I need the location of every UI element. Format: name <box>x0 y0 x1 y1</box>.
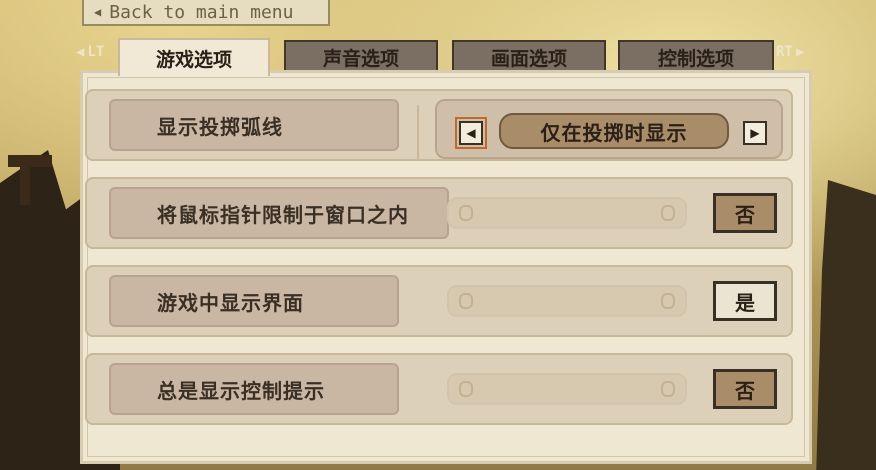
options-panel: 显示投掷弧线 ◀ 仅在投掷时显示 ▶ 将鼠标指针限制于窗口之内 否 游戏中显示界… <box>80 70 812 464</box>
rt-shoulder-hint[interactable]: RT ▶ <box>776 44 804 60</box>
setting-row-show-hud: 游戏中显示界面 是 <box>85 265 793 337</box>
tab-sound-options[interactable]: 声音选项 <box>284 40 438 72</box>
selector-value: 仅在投掷时显示 <box>499 113 729 149</box>
triangle-right-icon: ▶ <box>750 126 760 140</box>
tab-control-options[interactable]: 控制选项 <box>618 40 774 72</box>
triangle-left-icon: ◀ <box>94 5 102 19</box>
ornament-cap <box>459 381 473 397</box>
ornament-cap <box>661 293 675 309</box>
throw-arc-selector: ◀ 仅在投掷时显示 ▶ <box>435 99 783 159</box>
signpost-pole <box>20 165 30 205</box>
ornament-track <box>447 285 687 317</box>
ornament-cap <box>661 381 675 397</box>
show-hud-toggle[interactable]: 是 <box>713 281 777 321</box>
signpost <box>8 155 52 167</box>
triangle-left-icon: ◀ <box>76 44 85 60</box>
back-to-main-menu-button[interactable]: ◀ Back to main menu <box>82 0 330 26</box>
ornament-cap <box>661 205 675 221</box>
lt-label: LT <box>87 44 105 60</box>
control-hints-toggle[interactable]: 否 <box>713 369 777 409</box>
tab-graphics-options[interactable]: 画面选项 <box>452 40 606 72</box>
ornament-track <box>447 197 687 229</box>
ornament-cap <box>459 293 473 309</box>
selector-next-button[interactable]: ▶ <box>743 121 767 145</box>
triangle-right-icon: ▶ <box>795 44 805 60</box>
tab-label: 游戏选项 <box>155 48 232 71</box>
setting-row-confine-cursor: 将鼠标指针限制于窗口之内 否 <box>85 177 793 249</box>
setting-label: 总是显示控制提示 <box>109 363 399 415</box>
tab-label: 声音选项 <box>322 47 399 70</box>
setting-label: 游戏中显示界面 <box>109 275 399 327</box>
confine-cursor-toggle[interactable]: 否 <box>713 193 777 233</box>
ornament-cap <box>459 205 473 221</box>
options-tabs: 游戏选项 声音选项 画面选项 控制选项 <box>118 38 778 76</box>
setting-label: 将鼠标指针限制于窗口之内 <box>109 187 449 239</box>
setting-label: 显示投掷弧线 <box>109 99 399 151</box>
rt-label: RT <box>776 44 793 60</box>
triangle-left-icon: ◀ <box>466 126 476 140</box>
ornament-track <box>447 373 687 405</box>
lt-shoulder-hint[interactable]: ◀ LT <box>76 44 104 60</box>
tab-label: 控制选项 <box>657 47 734 70</box>
ornament-divider <box>417 105 425 161</box>
selector-prev-button[interactable]: ◀ <box>455 117 487 149</box>
tab-label: 画面选项 <box>490 47 567 70</box>
tab-game-options[interactable]: 游戏选项 <box>118 38 270 76</box>
back-button-label: Back to main menu <box>109 1 294 23</box>
setting-row-throw-arc: 显示投掷弧线 ◀ 仅在投掷时显示 ▶ <box>85 89 793 161</box>
setting-row-control-hints: 总是显示控制提示 否 <box>85 353 793 425</box>
